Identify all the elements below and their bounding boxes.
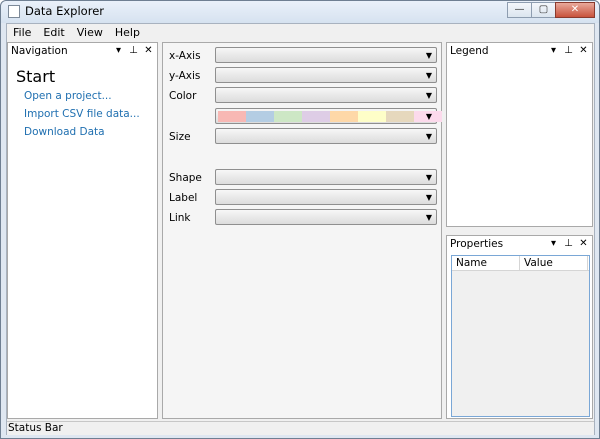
y-axis-combo[interactable]: ▼ — [215, 67, 437, 83]
link-combo[interactable]: ▼ — [215, 209, 437, 225]
y-axis-label: y-Axis — [169, 70, 201, 82]
chevron-down-icon: ▼ — [425, 71, 432, 80]
properties-grid[interactable]: Name Value — [451, 255, 590, 417]
size-combo[interactable]: ▼ — [215, 128, 437, 144]
chevron-down-icon: ▼ — [425, 173, 432, 182]
app-window: Data Explorer — ▢ ✕ File Edit View Help … — [0, 0, 600, 439]
menu-view[interactable]: View — [71, 24, 109, 42]
shape-label: Shape — [169, 172, 202, 184]
palette-swatch — [386, 111, 414, 122]
link-label: Link — [169, 212, 191, 224]
x-axis-combo[interactable]: ▼ — [215, 47, 437, 63]
palette-combo[interactable]: ▼ — [215, 108, 442, 124]
properties-grid-header: Name Value — [452, 256, 589, 271]
label-label: Label — [169, 192, 198, 204]
legend-tools: ▾ ⊥ ✕ — [549, 45, 588, 57]
close-icon[interactable]: ✕ — [144, 45, 153, 57]
pin-icon[interactable]: ⊥ — [564, 45, 573, 57]
chevron-down-icon: ▼ — [425, 51, 432, 60]
chevron-down-icon: ▼ — [425, 112, 432, 121]
legend-header: Legend ▾ ⊥ ✕ — [447, 43, 592, 60]
properties-title: Properties — [450, 238, 504, 250]
size-label: Size — [169, 131, 191, 143]
start-heading: Start — [16, 67, 56, 86]
dropdown-icon[interactable]: ▾ — [549, 238, 558, 250]
palette-swatch — [330, 111, 358, 122]
pin-icon[interactable]: ⊥ — [129, 45, 138, 57]
close-icon[interactable]: ✕ — [579, 45, 588, 57]
properties-header: Properties ▾ ⊥ ✕ — [447, 236, 592, 253]
menu-edit[interactable]: Edit — [37, 24, 70, 42]
shape-combo[interactable]: ▼ — [215, 169, 437, 185]
title-bar[interactable]: Data Explorer — ▢ ✕ — [1, 1, 599, 23]
chevron-down-icon: ▼ — [425, 91, 432, 100]
status-text: Status Bar — [8, 422, 63, 434]
open-project-link[interactable]: Open a project... — [24, 90, 112, 102]
navigation-title: Navigation — [11, 45, 68, 57]
palette-swatch — [246, 111, 274, 122]
palette-swatches — [218, 111, 442, 122]
close-icon[interactable]: ✕ — [579, 238, 588, 250]
legend-panel: Legend ▾ ⊥ ✕ — [446, 42, 593, 227]
palette-swatch — [358, 111, 386, 122]
navigation-header: Navigation ▾ ⊥ ✕ — [8, 43, 157, 60]
download-data-link[interactable]: Download Data — [24, 126, 105, 138]
dropdown-icon[interactable]: ▾ — [549, 45, 558, 57]
client-area: File Edit View Help Navigation ▾ ⊥ ✕ Sta… — [6, 23, 595, 435]
chevron-down-icon: ▼ — [425, 213, 432, 222]
chevron-down-icon: ▼ — [425, 132, 432, 141]
column-header-name[interactable]: Name — [452, 256, 520, 270]
navigation-panel: Navigation ▾ ⊥ ✕ Start Open a project...… — [7, 42, 158, 419]
palette-swatch — [218, 111, 246, 122]
menu-help[interactable]: Help — [109, 24, 146, 42]
close-button[interactable]: ✕ — [555, 2, 595, 18]
mapping-panel: x-Axis ▼ y-Axis ▼ Color ▼ ▼ Size ▼ Shape… — [162, 42, 442, 419]
menu-file[interactable]: File — [7, 24, 37, 42]
column-header-value[interactable]: Value — [520, 256, 588, 270]
status-bar: Status Bar — [7, 421, 594, 435]
minimize-button[interactable]: — — [507, 2, 531, 18]
window-title: Data Explorer — [25, 4, 104, 18]
x-axis-label: x-Axis — [169, 50, 201, 62]
properties-panel: Properties ▾ ⊥ ✕ Name Value — [446, 235, 593, 419]
color-label: Color — [169, 90, 197, 102]
pin-icon[interactable]: ⊥ — [564, 238, 573, 250]
palette-swatch — [274, 111, 302, 122]
chevron-down-icon: ▼ — [425, 193, 432, 202]
dropdown-icon[interactable]: ▾ — [114, 45, 123, 57]
caption-buttons: — ▢ ✕ — [507, 2, 595, 18]
menu-bar: File Edit View Help — [7, 24, 594, 42]
legend-title: Legend — [450, 45, 489, 57]
import-csv-link[interactable]: Import CSV file data... — [24, 108, 140, 120]
properties-tools: ▾ ⊥ ✕ — [549, 238, 588, 250]
maximize-button[interactable]: ▢ — [531, 2, 555, 18]
palette-swatch — [302, 111, 330, 122]
label-combo[interactable]: ▼ — [215, 189, 437, 205]
app-icon — [8, 5, 20, 18]
color-combo[interactable]: ▼ — [215, 87, 437, 103]
navigation-tools: ▾ ⊥ ✕ — [114, 45, 153, 57]
